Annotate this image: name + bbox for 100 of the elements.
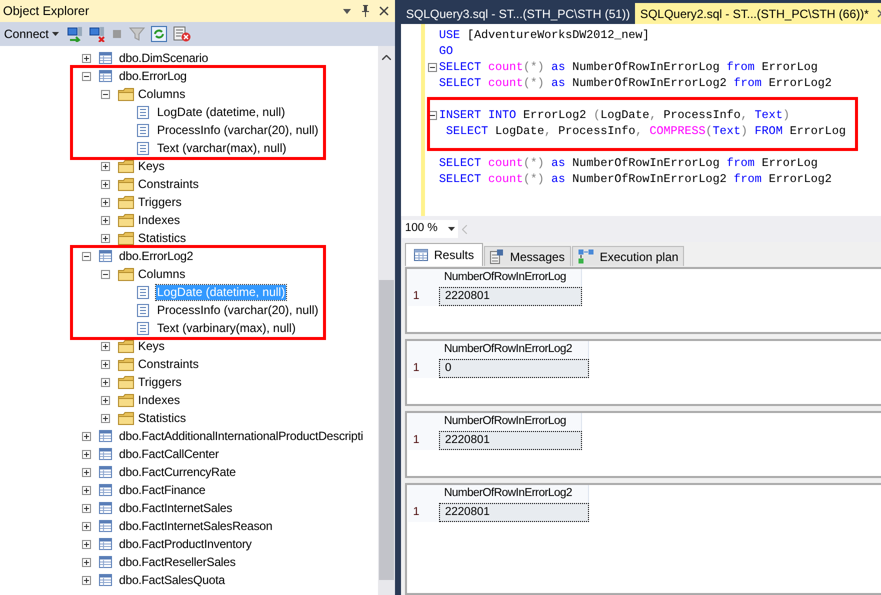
expand-icon[interactable] [101, 396, 110, 404]
script-icon[interactable] [172, 26, 191, 42]
tree-item[interactable]: ProcessInfo (varchar(20), null) [156, 122, 320, 138]
tree-item[interactable]: dbo.FactFinance [118, 482, 206, 498]
tree-item[interactable]: dbo.FactInternetSalesReason [118, 518, 274, 534]
document-tab[interactable]: SQLQuery2.sql - ST...(STH_PC\STH (66))* [635, 3, 881, 24]
tree-item[interactable]: Triggers [137, 374, 183, 390]
close-icon[interactable] [379, 6, 389, 16]
column-header[interactable]: NumberOfRowInErrorLog2 [439, 485, 589, 503]
table-cell[interactable]: 2220801 [439, 431, 582, 450]
tree-item[interactable]: dbo.ErrorLog [118, 68, 188, 84]
folder-icon [118, 412, 134, 424]
refresh-icon[interactable] [150, 26, 167, 42]
expand-icon[interactable] [82, 54, 91, 62]
collapse-icon[interactable] [101, 90, 110, 98]
folder-icon [118, 160, 134, 172]
folder-icon [118, 376, 134, 388]
disconnect-icon[interactable] [88, 26, 105, 42]
tree-item[interactable]: Text (varbinary(max), null) [156, 320, 297, 336]
table-icon [99, 430, 112, 442]
code-line: SELECT count(*) as NumberOfRowInErrorLog from ErrorLog [439, 155, 818, 171]
tree-item[interactable]: Indexes [137, 392, 182, 408]
column-icon [137, 304, 149, 316]
result-tab[interactable]: Messages [484, 246, 571, 266]
tree-item[interactable]: dbo.ErrorLog2 [118, 248, 194, 264]
expand-icon[interactable] [101, 198, 110, 206]
result-tab[interactable]: Results [405, 243, 484, 266]
tree-item[interactable]: Statistics [137, 410, 188, 426]
expand-icon[interactable] [101, 180, 110, 188]
expand-icon[interactable] [82, 576, 91, 584]
collapse-icon[interactable] [428, 62, 436, 72]
expand-icon[interactable] [101, 234, 110, 242]
expand-icon[interactable] [82, 432, 91, 440]
tree-item[interactable]: Indexes [137, 212, 182, 228]
folder-icon [118, 340, 134, 352]
expand-icon[interactable] [101, 378, 110, 386]
code-line: SELECT LogDate, ProcessInfo, COMPRESS(Text) FROM ErrorLog [445, 123, 846, 139]
collapse-icon[interactable] [82, 252, 91, 260]
tree-item[interactable]: Statistics [137, 230, 188, 246]
table-icon [99, 556, 112, 568]
scroll-up-icon[interactable] [382, 55, 391, 60]
column-header[interactable]: NumberOfRowInErrorLog [439, 269, 582, 287]
expand-icon[interactable] [101, 342, 110, 350]
collapse-icon[interactable] [101, 270, 110, 278]
tree-item[interactable]: dbo.FactCurrencyRate [118, 464, 237, 480]
expand-icon[interactable] [101, 216, 110, 224]
dropdown-icon[interactable] [448, 227, 455, 231]
expand-icon[interactable] [82, 522, 91, 530]
table-cell[interactable]: 0 [439, 359, 589, 378]
tree-item[interactable]: ProcessInfo (varchar(20), null) [156, 302, 320, 318]
expand-icon[interactable] [101, 414, 110, 422]
flow-icon [578, 249, 594, 264]
tree-item[interactable]: dbo.DimScenario [118, 50, 210, 66]
tree-item[interactable]: dbo.FactCallCenter [118, 446, 220, 462]
collapse-icon[interactable] [82, 72, 91, 80]
tree-item[interactable]: dbo.FactAdditionalInternationalProductDescripti [118, 428, 364, 444]
row-number[interactable]: 1 [408, 287, 439, 306]
expand-icon[interactable] [101, 162, 110, 170]
tree-item[interactable]: Constraints [137, 356, 200, 372]
caret-icon [52, 32, 59, 36]
folder-icon [118, 88, 134, 100]
folder-icon [118, 232, 134, 244]
expand-icon[interactable] [82, 486, 91, 494]
tree-item[interactable]: Columns [137, 86, 186, 102]
expand-icon[interactable] [82, 504, 91, 512]
tree-item[interactable]: Text (varchar(max), null) [156, 140, 288, 156]
expand-icon[interactable] [101, 360, 110, 368]
table-cell[interactable]: 2220801 [439, 287, 582, 306]
column-header[interactable]: NumberOfRowInErrorLog2 [439, 341, 589, 359]
tree-item[interactable]: Constraints [137, 176, 200, 192]
connect-icon[interactable] [66, 26, 83, 42]
tree-item[interactable]: dbo.FactInternetSales [118, 500, 234, 516]
scrollbar[interactable] [378, 46, 395, 595]
tree-item[interactable]: Keys [137, 158, 166, 174]
expand-icon[interactable] [82, 558, 91, 566]
tree-item[interactable]: Triggers [137, 194, 183, 210]
grid-icon [414, 249, 428, 261]
column-header[interactable]: NumberOfRowInErrorLog [439, 413, 582, 431]
tree-item[interactable]: dbo.FactResellerSales [118, 554, 237, 570]
row-number[interactable]: 1 [408, 359, 439, 378]
table-cell[interactable]: 2220801 [439, 503, 589, 522]
pin-icon[interactable] [361, 5, 370, 17]
expand-icon[interactable] [82, 450, 91, 458]
document-tab[interactable]: SQLQuery3.sql - ST...(STH_PC\STH (51)) [401, 3, 636, 24]
row-number[interactable]: 1 [408, 431, 439, 450]
tree-item[interactable]: dbo.FactProductInventory [118, 536, 253, 552]
result-tab[interactable]: Execution plan [572, 246, 684, 266]
scrollbar-thumb[interactable] [379, 280, 394, 580]
code-line: USE [AdventureWorksDW2012_new] [439, 27, 650, 43]
dropdown-icon[interactable] [343, 8, 351, 14]
tree-item[interactable]: dbo.FactSalesQuota [118, 572, 226, 588]
zoom-dropdown[interactable]: 100 % [402, 220, 458, 238]
row-number[interactable]: 1 [408, 503, 439, 522]
expand-icon[interactable] [82, 468, 91, 476]
tree-item[interactable]: Columns [137, 266, 186, 282]
expand-icon[interactable] [82, 540, 91, 548]
tree-item[interactable]: Keys [137, 338, 166, 354]
tree-item[interactable]: LogDate (datetime, null) [156, 104, 286, 120]
connect-button[interactable]: Connect [4, 25, 61, 43]
panel-title: Object Explorer [3, 2, 90, 20]
